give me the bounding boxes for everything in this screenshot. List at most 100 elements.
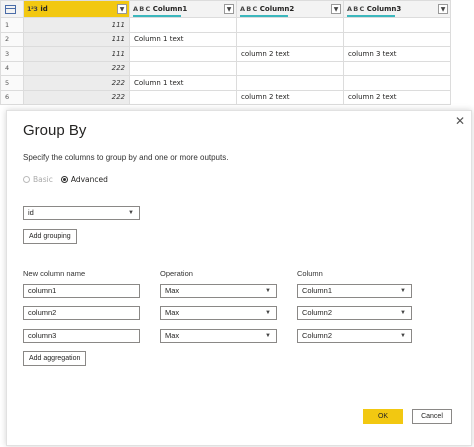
- radio-basic-dot[interactable]: [23, 176, 30, 183]
- table-row: 6 222 column 2 text column 2 text: [0, 89, 451, 105]
- filter-dropdown-icon[interactable]: ▼: [224, 4, 234, 14]
- cell-column1[interactable]: [129, 46, 237, 62]
- row-number[interactable]: 2: [0, 31, 24, 47]
- chevron-down-icon: ▼: [265, 333, 271, 339]
- cell-column3[interactable]: column 3 text: [343, 46, 451, 62]
- cancel-button[interactable]: Cancel: [412, 409, 452, 424]
- column-select-1[interactable]: Column1 ▼: [297, 284, 412, 298]
- column-header-column2[interactable]: A B C Column2 ▼: [236, 0, 344, 18]
- column-header-label: id: [40, 5, 48, 13]
- number-type-icon[interactable]: 1²3: [27, 5, 38, 13]
- operation-select-2[interactable]: Max ▼: [160, 306, 277, 320]
- column-quality-bar: [133, 15, 181, 17]
- table-icon: [5, 5, 16, 14]
- add-aggregation-button[interactable]: Add aggregation: [23, 351, 87, 366]
- column-header-column1[interactable]: A B C Column1 ▼: [129, 0, 237, 18]
- cell-column1[interactable]: [129, 60, 237, 76]
- cell-column1[interactable]: [129, 17, 237, 33]
- group-by-dialog: ✕ Group By Specify the columns to group …: [6, 110, 472, 446]
- cell-id[interactable]: 111: [23, 17, 130, 33]
- table-row: 2 111 Column 1 text: [0, 31, 451, 47]
- column-value: Column2: [302, 308, 333, 317]
- cell-column3[interactable]: [343, 60, 451, 76]
- radio-advanced[interactable]: Advanced: [60, 175, 108, 184]
- table-row: 4 222: [0, 60, 451, 76]
- table-row: 3 111 column 2 text column 3 text: [0, 46, 451, 62]
- column-header-label: Column3: [366, 5, 402, 13]
- cell-id[interactable]: 222: [23, 60, 130, 76]
- column-quality-bar: [347, 15, 395, 17]
- column-value: Column1: [302, 286, 333, 295]
- text-type-icon[interactable]: A B C: [133, 5, 150, 13]
- row-number[interactable]: 3: [0, 46, 24, 62]
- table-row: 5 222 Column 1 text: [0, 75, 451, 91]
- cell-column2[interactable]: [236, 31, 344, 47]
- group-by-column-select[interactable]: id ▼: [23, 206, 140, 220]
- cell-column3[interactable]: [343, 75, 451, 91]
- column-header-label: Column1: [152, 5, 188, 13]
- cell-column1[interactable]: [129, 89, 237, 105]
- operation-select-3[interactable]: Max ▼: [160, 329, 277, 343]
- radio-advanced-label: Advanced: [70, 175, 108, 184]
- cell-id[interactable]: 111: [23, 31, 130, 47]
- column-header-column3[interactable]: A B C Column3 ▼: [343, 0, 451, 18]
- new-column-name-label: New column name: [23, 269, 86, 278]
- filter-dropdown-icon[interactable]: ▼: [331, 4, 341, 14]
- new-column-name-input-3[interactable]: column3: [23, 329, 140, 343]
- row-number[interactable]: 1: [0, 17, 24, 33]
- operation-value: Max: [165, 308, 180, 317]
- cell-column2[interactable]: column 2 text: [236, 89, 344, 105]
- new-column-name-input-2[interactable]: column2: [23, 306, 140, 320]
- column-select-3[interactable]: Column2 ▼: [297, 329, 412, 343]
- cell-column1[interactable]: Column 1 text: [129, 75, 237, 91]
- chevron-down-icon: ▼: [128, 210, 134, 216]
- filter-dropdown-icon[interactable]: ▼: [117, 4, 127, 14]
- chevron-down-icon: ▼: [265, 288, 271, 294]
- cell-column3[interactable]: [343, 31, 451, 47]
- group-by-column-value: id: [28, 208, 34, 217]
- dialog-title: Group By: [23, 122, 87, 139]
- chevron-down-icon: ▼: [400, 333, 406, 339]
- operation-select-1[interactable]: Max ▼: [160, 284, 277, 298]
- row-number[interactable]: 5: [0, 75, 24, 91]
- operation-label: Operation: [160, 269, 193, 278]
- row-number[interactable]: 6: [0, 89, 24, 105]
- column-header-label: Column2: [259, 5, 295, 13]
- cell-column2[interactable]: column 2 text: [236, 46, 344, 62]
- column-label: Column: [297, 269, 323, 278]
- close-icon[interactable]: ✕: [455, 115, 465, 127]
- dialog-subtitle: Specify the columns to group by and one …: [23, 153, 229, 162]
- row-number[interactable]: 4: [0, 60, 24, 76]
- add-grouping-button[interactable]: Add grouping: [23, 229, 77, 244]
- grid-header-row: 1²3 id ▼ A B C Column1 ▼ A B C Column2 ▼…: [0, 0, 451, 18]
- chevron-down-icon: ▼: [400, 288, 406, 294]
- table-menu-button[interactable]: [0, 0, 24, 18]
- cell-column2[interactable]: [236, 17, 344, 33]
- cell-column3[interactable]: [343, 17, 451, 33]
- cell-column3[interactable]: column 2 text: [343, 89, 451, 105]
- cell-id[interactable]: 222: [23, 89, 130, 105]
- cell-id[interactable]: 111: [23, 46, 130, 62]
- column-header-id[interactable]: 1²3 id ▼: [23, 0, 130, 18]
- cell-column1[interactable]: Column 1 text: [129, 31, 237, 47]
- ok-button[interactable]: OK: [363, 409, 403, 424]
- filter-dropdown-icon[interactable]: ▼: [438, 4, 448, 14]
- column-quality-bar: [240, 15, 288, 17]
- cell-column2[interactable]: [236, 60, 344, 76]
- cell-id[interactable]: 222: [23, 75, 130, 91]
- radio-basic[interactable]: Basic: [23, 175, 53, 184]
- table-row: 1 111: [0, 17, 451, 33]
- operation-value: Max: [165, 286, 180, 295]
- text-type-icon[interactable]: A B C: [347, 5, 364, 13]
- chevron-down-icon: ▼: [265, 310, 271, 316]
- mode-radio-group: Basic Advanced: [23, 175, 108, 184]
- new-column-name-input-1[interactable]: column1: [23, 284, 140, 298]
- cell-column2[interactable]: [236, 75, 344, 91]
- column-select-2[interactable]: Column2 ▼: [297, 306, 412, 320]
- radio-advanced-dot[interactable]: [60, 176, 68, 183]
- chevron-down-icon: ▼: [400, 310, 406, 316]
- data-preview-grid: 1²3 id ▼ A B C Column1 ▼ A B C Column2 ▼…: [0, 0, 474, 105]
- radio-basic-label: Basic: [33, 175, 53, 184]
- text-type-icon[interactable]: A B C: [240, 5, 257, 13]
- operation-value: Max: [165, 331, 180, 340]
